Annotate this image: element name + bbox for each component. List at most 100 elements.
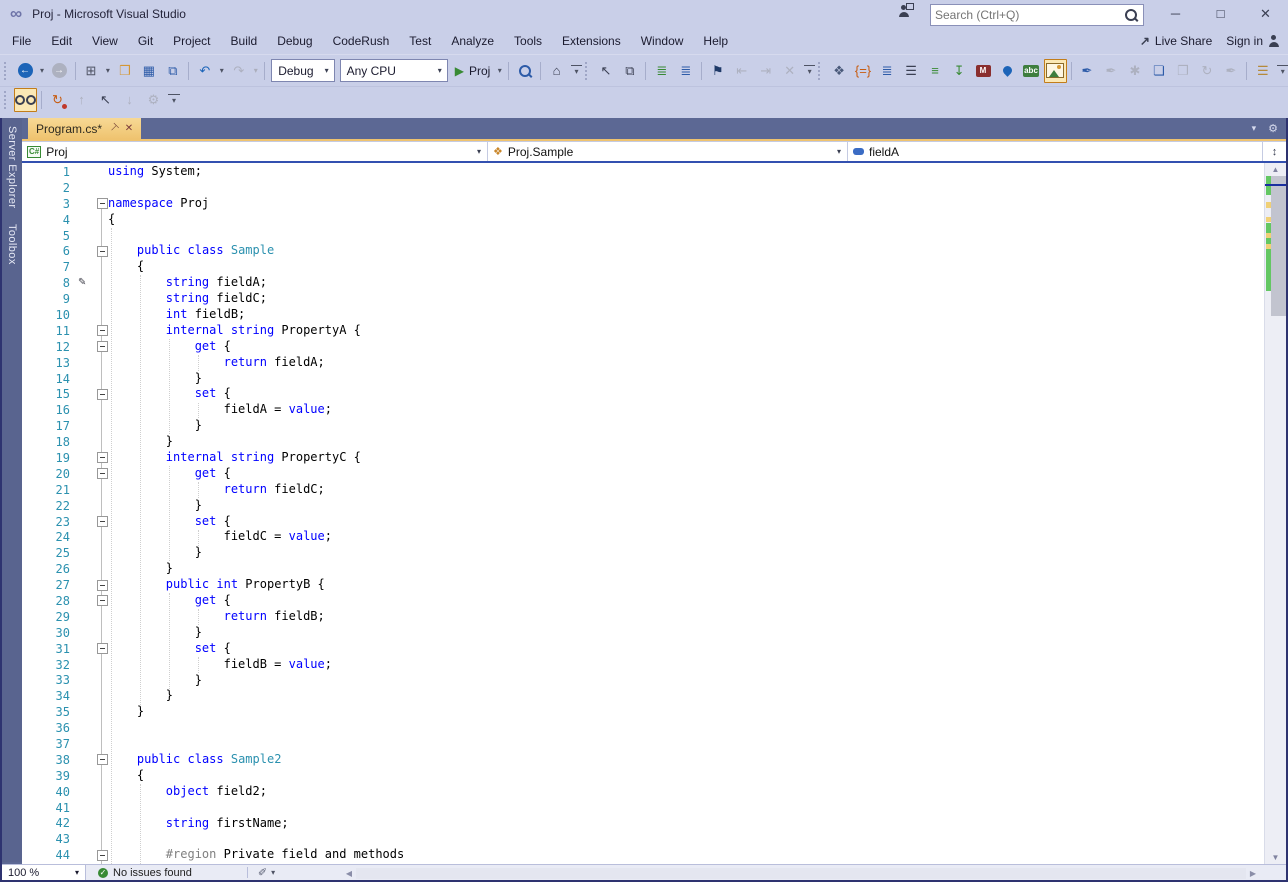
code-cleanup-chevron-icon[interactable]: ▾ bbox=[271, 868, 275, 877]
code-text[interactable]: } bbox=[108, 371, 202, 387]
toolbar-overflow-icon[interactable]: ▾ bbox=[1277, 65, 1288, 76]
toolbar-grip[interactable] bbox=[584, 61, 592, 80]
toolbar-grip[interactable] bbox=[818, 61, 825, 80]
fold-toggle-icon[interactable] bbox=[96, 452, 108, 464]
toolbar-overflow-icon[interactable]: ▾ bbox=[804, 65, 816, 76]
close-button[interactable]: ✕ bbox=[1243, 0, 1288, 28]
code-text[interactable]: fieldB = value; bbox=[108, 657, 332, 673]
code-text[interactable]: { bbox=[108, 768, 144, 784]
fold-toggle-icon[interactable] bbox=[96, 595, 108, 607]
fold-toggle-icon[interactable] bbox=[96, 754, 108, 766]
code-text[interactable]: set { bbox=[108, 514, 231, 530]
code-text[interactable]: using System; bbox=[108, 164, 202, 180]
menu-item-test[interactable]: Test bbox=[399, 29, 441, 53]
find-in-files-icon[interactable] bbox=[513, 59, 536, 83]
document-well-options-gear-icon[interactable]: ⚙ bbox=[1268, 122, 1278, 135]
search-input[interactable] bbox=[931, 8, 1125, 22]
dropdown-caret-icon[interactable]: ▾ bbox=[103, 66, 112, 75]
map-pin-icon[interactable] bbox=[996, 59, 1019, 83]
code-editor[interactable]: 1 using System; 2 3 namespace Proj 4{5 6 publi… bbox=[22, 163, 1286, 864]
start-debug-button[interactable]: ▶ Proj bbox=[451, 60, 495, 82]
fold-toggle-icon[interactable] bbox=[96, 849, 108, 861]
vertical-scrollbar[interactable]: ▲ ▼ bbox=[1264, 163, 1286, 864]
dropdown-caret-icon[interactable]: ▾ bbox=[495, 66, 504, 75]
code-text[interactable]: } bbox=[108, 625, 202, 641]
scroll-up-arrow-icon[interactable]: ▲ bbox=[1265, 163, 1286, 176]
code-text[interactable]: } bbox=[108, 545, 202, 561]
bookmark-icon[interactable]: ⚑ bbox=[706, 59, 729, 83]
quill-run-icon[interactable]: ✒ bbox=[1075, 59, 1098, 83]
code-text[interactable]: namespace Proj bbox=[108, 196, 209, 212]
solution-configuration-select[interactable]: Debug ▾ bbox=[271, 59, 335, 82]
select-element-icon[interactable]: ↖ bbox=[594, 59, 617, 83]
fold-toggle-icon[interactable] bbox=[96, 341, 108, 353]
menu-item-window[interactable]: Window bbox=[631, 29, 694, 53]
dropdown-caret-icon[interactable]: ▾ bbox=[217, 66, 226, 75]
code-text[interactable]: internal string PropertyA { bbox=[108, 323, 361, 339]
code-text[interactable]: get { bbox=[108, 339, 231, 355]
code-cleanup-broom-icon[interactable]: ✐ bbox=[258, 866, 267, 879]
code-text[interactable]: object field2; bbox=[108, 784, 267, 800]
braces-icon[interactable]: {=} bbox=[852, 59, 875, 83]
sign-in-button[interactable]: Sign in bbox=[1226, 34, 1280, 48]
code-text[interactable]: { bbox=[108, 212, 115, 228]
member-dropdown[interactable]: fieldA bbox=[848, 142, 1262, 161]
code-text[interactable]: return fieldA; bbox=[108, 355, 325, 371]
code-text[interactable]: } bbox=[108, 704, 144, 720]
code-text[interactable]: #region Private field and methods bbox=[108, 847, 404, 863]
format-indent-icon[interactable]: ≣ bbox=[650, 59, 673, 83]
save-icon[interactable]: ▦ bbox=[137, 59, 160, 83]
coderush-cycle-icon[interactable]: ↻ bbox=[46, 88, 69, 112]
dropdown-caret-icon[interactable]: ▾ bbox=[38, 66, 47, 75]
split-window-button[interactable]: ↕ bbox=[1262, 142, 1286, 161]
menu-item-project[interactable]: Project bbox=[163, 29, 220, 53]
toolbar-grip[interactable] bbox=[4, 90, 11, 109]
fold-toggle-icon[interactable] bbox=[96, 325, 108, 337]
structure-box-icon[interactable]: ❖ bbox=[828, 59, 851, 83]
code-text[interactable]: fieldA = value; bbox=[108, 402, 332, 418]
fold-toggle-icon[interactable] bbox=[96, 643, 108, 655]
code-text[interactable]: { bbox=[108, 259, 144, 275]
code-text[interactable]: return fieldB; bbox=[108, 609, 325, 625]
side-tab-toolbox[interactable]: Toolbox bbox=[2, 216, 21, 273]
menu-item-help[interactable]: Help bbox=[693, 29, 738, 53]
scrollbar-thumb[interactable] bbox=[1271, 176, 1286, 316]
outline-list-icon[interactable]: ☰ bbox=[900, 59, 923, 83]
fold-toggle-icon[interactable] bbox=[96, 579, 108, 591]
scroll-left-arrow-icon[interactable]: ◀ bbox=[342, 869, 356, 878]
image-preview-icon[interactable] bbox=[1043, 58, 1067, 83]
fold-toggle-icon[interactable] bbox=[96, 198, 108, 210]
quick-search-box[interactable] bbox=[930, 4, 1144, 26]
code-text[interactable]: } bbox=[108, 498, 202, 514]
tab-list-chevron-icon[interactable]: ▾ bbox=[1252, 123, 1257, 134]
solution-platform-select[interactable]: Any CPU ▾ bbox=[339, 59, 448, 82]
code-text[interactable]: string firstName; bbox=[108, 816, 289, 832]
scroll-right-arrow-icon[interactable]: ▶ bbox=[1246, 869, 1260, 878]
toolbar-overflow-icon[interactable]: ▾ bbox=[571, 65, 582, 76]
tab-close-icon[interactable]: ✕ bbox=[125, 123, 133, 134]
save-all-icon[interactable]: ⧉ bbox=[161, 59, 184, 83]
code-text[interactable]: } bbox=[108, 434, 173, 450]
type-dropdown[interactable]: ❖ Proj.Sample ▾ bbox=[488, 142, 848, 161]
undo-icon[interactable]: ↶ bbox=[193, 59, 216, 83]
smart-cursor-icon[interactable]: ↖ bbox=[94, 88, 117, 112]
code-text[interactable]: } bbox=[108, 418, 202, 434]
menu-item-view[interactable]: View bbox=[82, 29, 128, 53]
code-text[interactable]: set { bbox=[108, 386, 231, 402]
code-text[interactable]: } bbox=[108, 688, 173, 704]
scroll-down-arrow-icon[interactable]: ▼ bbox=[1265, 851, 1286, 864]
format-unindent-icon[interactable]: ≣ bbox=[674, 59, 697, 83]
code-text[interactable]: } bbox=[108, 561, 173, 577]
live-share-button[interactable]: ↗ Live Share bbox=[1140, 34, 1212, 48]
menu-item-tools[interactable]: Tools bbox=[504, 29, 552, 53]
tree-list-icon[interactable]: ≡ bbox=[924, 59, 947, 83]
fold-toggle-icon[interactable] bbox=[96, 516, 108, 528]
toolbar-grip[interactable] bbox=[4, 61, 11, 80]
fold-toggle-icon[interactable] bbox=[96, 245, 108, 257]
member-list-icon[interactable]: ≣ bbox=[876, 59, 899, 83]
code-text[interactable]: public int PropertyB { bbox=[108, 577, 325, 593]
markdown-icon[interactable]: M bbox=[972, 59, 995, 83]
code-text[interactable]: } bbox=[108, 673, 202, 689]
import-symbol-icon[interactable]: ↧ bbox=[948, 59, 971, 83]
menu-item-edit[interactable]: Edit bbox=[41, 29, 82, 53]
